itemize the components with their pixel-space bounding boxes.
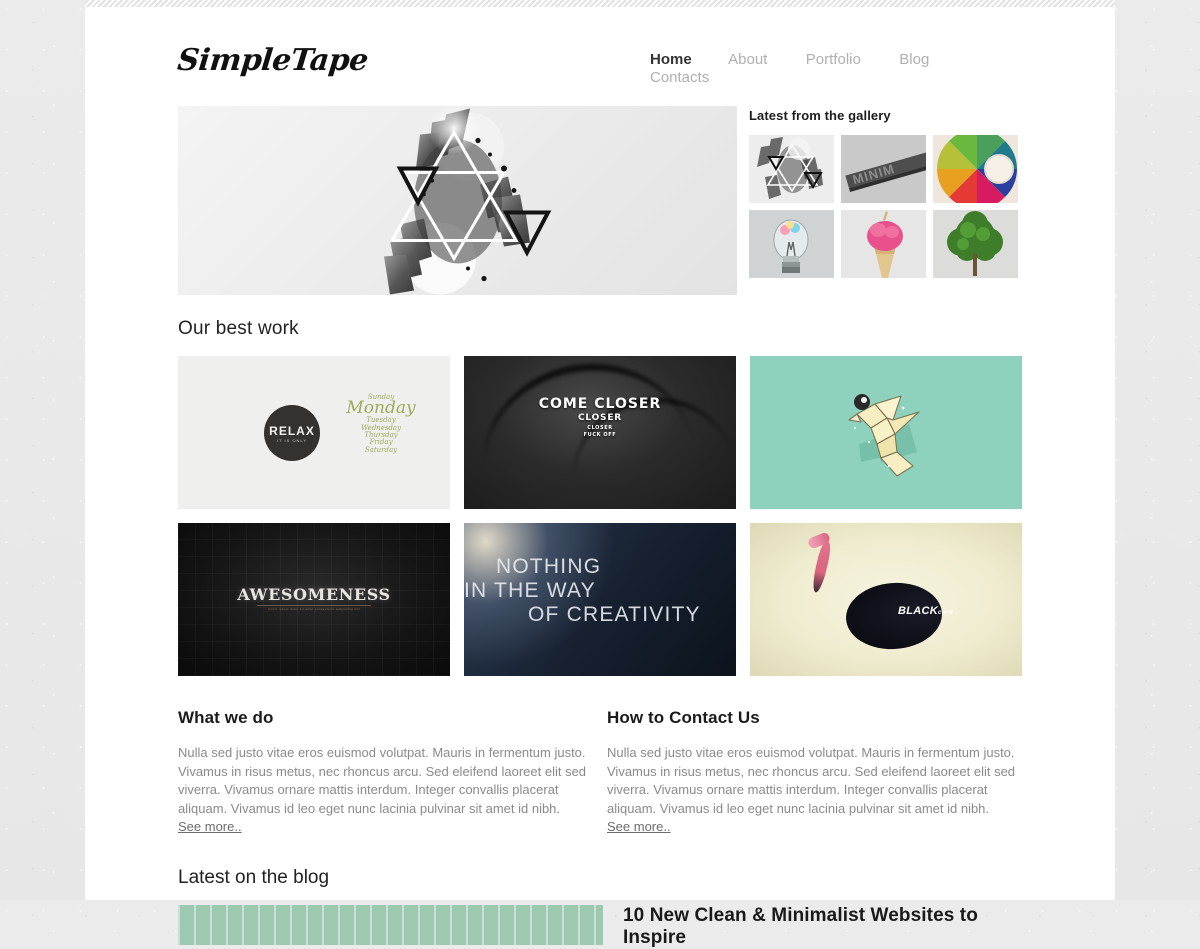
flamingo-neck-shape <box>810 540 833 594</box>
portfolio-grid: RELAX IT IS ONLY Sunday Monday Tuesday W… <box>178 356 1022 676</box>
portfolio-item-blackcord[interactable]: BLACKcord <box>750 523 1022 676</box>
column-how-to-contact: How to Contact Us Nulla sed justo vitae … <box>607 708 1022 837</box>
page-container: SimpleTape Home About Portfolio Blog Con… <box>85 0 1115 948</box>
come-closer-line-3: CLOSER <box>587 425 613 431</box>
work-section-title: Our best work <box>178 318 299 339</box>
blackcord-brand-label: BLACKcord <box>898 605 953 617</box>
come-closer-line-1: COME CLOSER <box>538 396 662 412</box>
gallery-thumb-tree[interactable] <box>933 210 1018 278</box>
how-to-contact-body: Nulla sed justo vitae eros euismod volut… <box>607 744 1022 837</box>
portfolio-item-relax[interactable]: RELAX IT IS ONLY Sunday Monday Tuesday W… <box>178 356 450 509</box>
portfolio-item-creativity[interactable]: NOTHING IN THE WAY OF CREATIVITY <box>464 523 736 676</box>
gallery-title: Latest from the gallery <box>749 108 891 123</box>
decorative-striped-border <box>85 0 1115 7</box>
blog-post-headline[interactable]: 10 New Clean & Minimalist Websites to In… <box>623 905 1022 949</box>
ice-cream-cone-icon <box>841 210 926 278</box>
site-header: SimpleTape Home About Portfolio Blog Con… <box>176 7 1022 92</box>
what-we-do-body: Nulla sed justo vitae eros euismod volut… <box>178 744 593 837</box>
nav-item-about[interactable]: About <box>728 51 767 69</box>
gallery-thumb-ice-cream[interactable] <box>841 210 926 278</box>
gallery-thumb-color-wheel[interactable] <box>933 135 1018 203</box>
gallery-sidebar: Latest from the gallery MINIM <box>749 106 1022 295</box>
relax-badge-subtext: IT IS ONLY <box>276 437 308 443</box>
gallery-thumb-lightbulb[interactable] <box>749 210 834 278</box>
relax-badge-text: RELAX <box>269 423 315 438</box>
blackcord-brand-main: BLACK <box>898 605 938 617</box>
relax-badge: RELAX IT IS ONLY <box>264 405 320 461</box>
nav-item-home[interactable]: Home <box>650 51 692 69</box>
relax-day-saturday: Saturday <box>364 445 398 454</box>
lightbulb-icon <box>749 210 834 278</box>
creativity-line-2: IN THE WAY <box>464 578 596 602</box>
come-closer-line-4: FUCK OFF <box>583 432 617 438</box>
gallery-thumb-geometric-bird[interactable] <box>749 135 834 203</box>
hero-section: Latest from the gallery MINIM <box>178 106 1022 295</box>
geometric-bird-artwork-icon <box>383 106 551 294</box>
blackcord-brand-sub: cord <box>938 610 954 616</box>
awesomeness-subline: lorem ipsum dolor sit amet consectetur a… <box>257 605 371 611</box>
how-to-contact-see-more-link[interactable]: See more.. <box>607 819 671 834</box>
nav-item-blog[interactable]: Blog <box>899 51 929 69</box>
awesomeness-headline: AWESOMENESS <box>237 585 391 604</box>
what-we-do-text: Nulla sed justo vitae eros euismod volut… <box>178 745 587 816</box>
portfolio-item-come-closer[interactable]: COME CLOSER CLOSER CLOSER FUCK OFF <box>464 356 736 509</box>
column-what-we-do: What we do Nulla sed justo vitae eros eu… <box>178 708 593 837</box>
gallery-thumbnail-grid: MINIM <box>749 135 1022 278</box>
origami-bird-icon <box>848 393 920 477</box>
how-to-contact-text: Nulla sed justo vitae eros euismod volut… <box>607 745 1016 816</box>
portfolio-item-awesomeness[interactable]: AWESOMENESS lorem ipsum dolor sit amet c… <box>178 523 450 676</box>
hero-featured-image[interactable] <box>178 106 737 295</box>
minim-text-icon: MINIM <box>841 135 926 203</box>
gallery-thumb-minim[interactable]: MINIM <box>841 135 926 203</box>
nav-item-contacts[interactable]: Contacts <box>650 69 709 87</box>
blog-post-thumbnail[interactable] <box>178 904 603 945</box>
come-closer-line-2: CLOSER <box>577 413 623 423</box>
relax-weekday-list: Sunday Monday Tuesday Wednesday Thursday… <box>326 393 436 476</box>
blog-section-title: Latest on the blog <box>178 866 330 888</box>
come-closer-text: COME CLOSER CLOSER CLOSER FUCK OFF <box>464 396 736 438</box>
what-we-do-see-more-link[interactable]: See more.. <box>178 819 242 834</box>
info-columns: What we do Nulla sed justo vitae eros eu… <box>178 708 1022 837</box>
creativity-line-1: NOTHING <box>496 555 602 578</box>
blog-latest-post: 10 New Clean & Minimalist Websites to In… <box>178 904 1022 949</box>
nav-item-portfolio[interactable]: Portfolio <box>806 51 861 69</box>
geometric-bird-icon <box>749 135 834 203</box>
what-we-do-title: What we do <box>178 708 274 727</box>
how-to-contact-title: How to Contact Us <box>607 708 760 727</box>
main-navigation: Home About Portfolio Blog Contacts <box>650 38 1022 87</box>
color-wheel-icon <box>933 135 1018 203</box>
site-logo[interactable]: SimpleTape <box>176 38 370 78</box>
creativity-line-3: OF CREATIVITY <box>528 602 701 626</box>
tree-icon <box>933 210 1018 278</box>
portfolio-item-origami-bird[interactable] <box>750 356 1022 509</box>
creativity-text: NOTHING IN THE WAY OF CREATIVITY <box>464 555 736 627</box>
